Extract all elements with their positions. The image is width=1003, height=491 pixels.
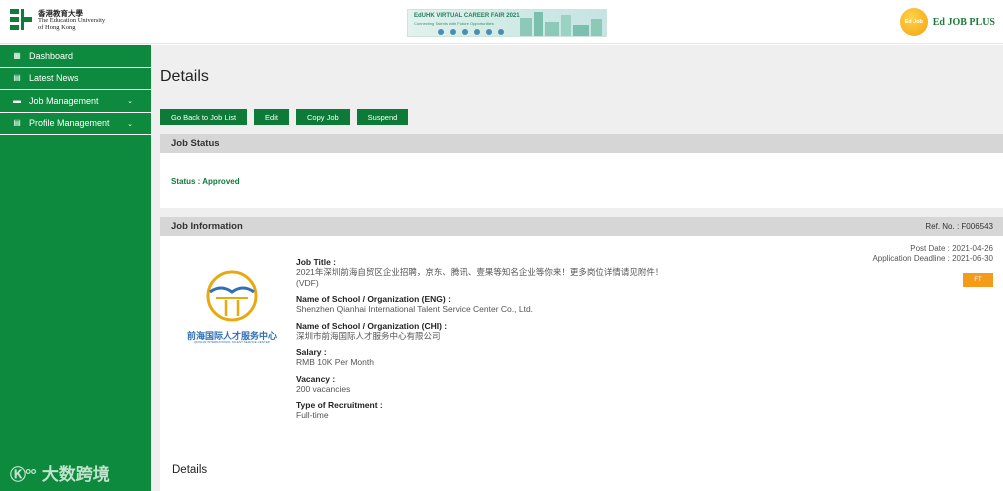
eduhk-wordmark: 香港教育大學 The Education University of Hong … xyxy=(38,8,106,31)
field-org-name-eng: Name of School / Organization (ENG) : Sh… xyxy=(296,294,534,314)
job-dates: Post Date : 2021-04-26 Application Deadl… xyxy=(872,244,993,264)
org-logo-name-en: QIANHAI INTERNATIONAL TALENT SERVICE CEN… xyxy=(194,340,270,344)
job-fields: Job Title : 2021年深圳前海自贸区企业招聘，京东、腾讯、壹果等知名… xyxy=(296,257,756,427)
edit-button[interactable]: Edit xyxy=(254,109,289,125)
field-org-name-chi: Name of School / Organization (CHI) : 深圳… xyxy=(296,320,448,341)
field-job-title: Job Title : 2021年深圳前海自贸区企业招聘，京东、腾讯、壹果等知名… xyxy=(296,257,664,288)
main-content: Details Go Back to Job List Edit Copy Jo… xyxy=(151,45,1003,491)
field-vacancy: Vacancy : 200 vacancies xyxy=(296,373,351,394)
sidebar-item-dashboard[interactable]: ▦ Dashboard xyxy=(0,45,151,68)
sidebar: ▦ Dashboard ▤ Latest News ▬ Job Manageme… xyxy=(0,45,151,491)
details-subheading: Details xyxy=(172,464,208,476)
sidebar-item-label: Dashboard xyxy=(29,50,74,61)
field-salary: Salary : RMB 10K Per Month xyxy=(296,347,374,367)
section-title: Job Status xyxy=(171,138,220,149)
employment-type-badge: FT xyxy=(963,273,993,287)
sidebar-item-job-management[interactable]: ▬ Job Management ⌄ xyxy=(0,90,151,113)
top-header: 香港教育大學 The Education University of Hong … xyxy=(0,0,1003,44)
suspend-button[interactable]: Suspend xyxy=(356,109,409,125)
sidebar-item-latest-news[interactable]: ▤ Latest News xyxy=(0,68,151,90)
watermark-text: 大数跨境 xyxy=(41,465,110,484)
reference-number: Ref. No. : F006543 xyxy=(925,222,993,231)
back-to-job-list-button[interactable]: Go Back to Job List xyxy=(160,109,248,125)
sidebar-item-profile-management[interactable]: ▤ Profile Management ⌄ xyxy=(0,113,151,135)
career-fair-banner[interactable]: EdUHK VIRTUAL CAREER FAIR 2021 Connectin… xyxy=(407,9,607,37)
chevron-down-icon[interactable]: ⌄ xyxy=(127,97,133,105)
briefcase-icon: ▬ xyxy=(13,95,21,105)
sidebar-item-label: Job Management xyxy=(29,95,99,106)
eduhk-emblem-icon xyxy=(10,8,34,32)
job-status-panel: Status : Approved xyxy=(160,153,1003,208)
field-type-of-recruitment: Type of Recruitment : Full-time xyxy=(296,400,383,420)
watermark-logo-icon: Ⓚ°° xyxy=(10,466,37,484)
eduhk-logo[interactable]: 香港教育大學 The Education University of Hong … xyxy=(10,8,105,32)
ed-job-plus-logo[interactable]: Ed Job Ed JOB PLUS xyxy=(899,8,995,36)
organization-logo: 前海国际人才服务中心 QIANHAI INTERNATIONAL TALENT … xyxy=(174,258,290,358)
sidebar-item-label: Latest News xyxy=(29,73,79,84)
chevron-down-icon[interactable]: ⌄ xyxy=(127,120,133,128)
profile-icon: ▤ xyxy=(13,118,21,128)
status-text: Status : Approved xyxy=(171,177,240,186)
section-title: Job Information xyxy=(171,221,243,232)
grid-icon: ▦ xyxy=(13,50,21,60)
document-icon: ▤ xyxy=(13,73,21,83)
watermark: Ⓚ°° 大数跨境 xyxy=(10,460,110,485)
sidebar-item-label: Profile Management xyxy=(29,118,110,129)
job-information-panel: 前海国际人才服务中心 QIANHAI INTERNATIONAL TALENT … xyxy=(160,236,1003,491)
ed-job-plus-wordmark: Ed JOB PLUS xyxy=(932,16,995,28)
application-deadline: Application Deadline : 2021-06-30 xyxy=(872,254,993,263)
job-status-header: Job Status xyxy=(160,134,1003,153)
page-title: Details xyxy=(160,68,209,85)
job-information-header: Job Information Ref. No. : F006543 xyxy=(160,217,1003,236)
post-date: Post Date : 2021-04-26 xyxy=(910,244,993,253)
ed-job-badge-icon: Ed Job xyxy=(899,8,928,36)
action-toolbar: Go Back to Job List Edit Copy Job Suspen… xyxy=(160,109,409,125)
copy-job-button[interactable]: Copy Job xyxy=(295,109,350,125)
